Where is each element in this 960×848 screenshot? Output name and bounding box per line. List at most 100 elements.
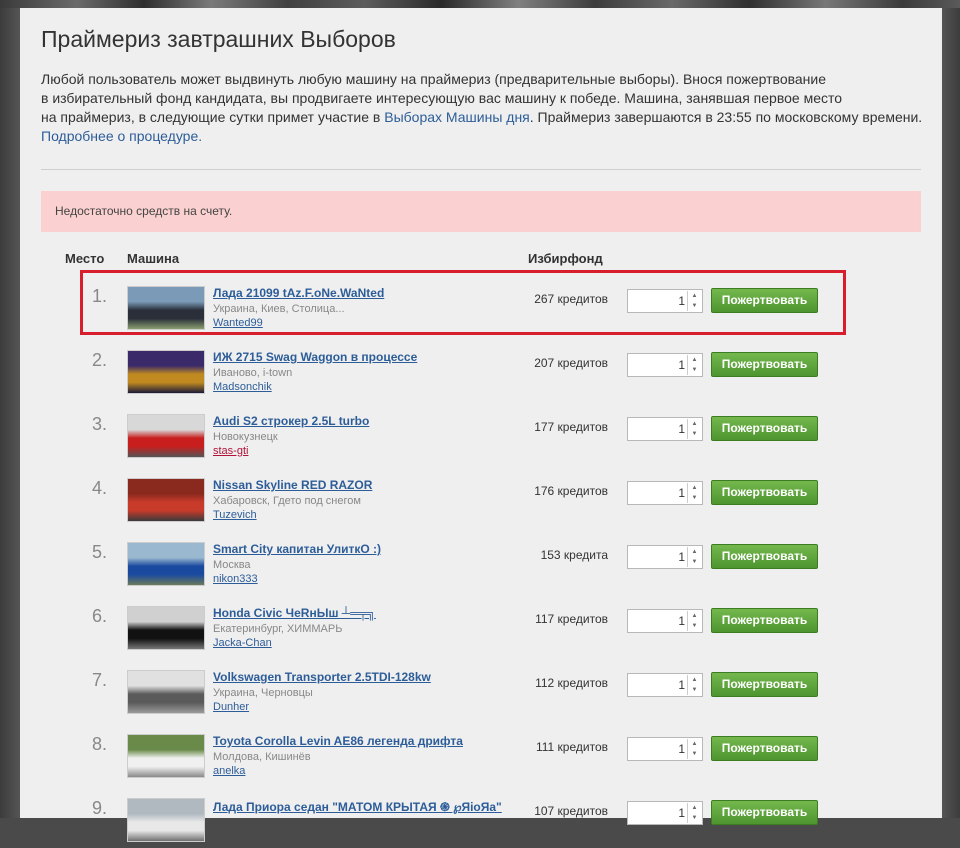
spin-up-icon[interactable]: ▲ <box>688 547 701 557</box>
donation-amount-input[interactable]: 1 ▲ ▼ <box>627 801 703 825</box>
page-title: Праймериз завтрашних Выборов <box>41 26 396 52</box>
donate-button[interactable]: Пожертвовать <box>711 416 818 441</box>
car-thumbnail[interactable] <box>127 670 205 714</box>
car-name-link[interactable]: Honda Civic ЧеRнЫш ┴═╤╗ <box>213 606 376 620</box>
car-name-link[interactable]: Nissan Skyline RED RAZOR <box>213 478 372 492</box>
amount-spinner[interactable]: ▲ ▼ <box>687 739 701 759</box>
owner-link[interactable]: stas-gti <box>213 445 248 457</box>
place-number: 8. <box>92 734 108 754</box>
spin-up-icon[interactable]: ▲ <box>688 355 701 365</box>
car-name-link[interactable]: Volkswagen Transporter 2.5TDI-128kw <box>213 670 431 684</box>
fund-credits: 112 кредитов <box>535 676 608 690</box>
header-car: Машина <box>127 251 180 266</box>
spin-down-icon[interactable]: ▼ <box>688 621 701 631</box>
amount-spinner[interactable]: ▲ ▼ <box>687 803 701 823</box>
donate-button[interactable]: Пожертвовать <box>711 800 818 825</box>
spin-up-icon[interactable]: ▲ <box>688 739 701 749</box>
spin-down-icon[interactable]: ▼ <box>688 813 701 823</box>
donate-button[interactable]: Пожертвовать <box>711 608 818 633</box>
spin-up-icon[interactable]: ▲ <box>688 803 701 813</box>
candidate-row: 8. Toyota Corolla Levin AE86 легенда дри… <box>20 720 942 784</box>
car-thumbnail[interactable] <box>127 606 205 650</box>
fund-credits: 117 кредитов <box>535 612 608 626</box>
car-thumbnail[interactable] <box>127 798 205 842</box>
candidate-row: 5. Smart City капитан УлиткО :) Москва n… <box>20 528 942 592</box>
spin-down-icon[interactable]: ▼ <box>688 365 701 375</box>
intro-text: Любой пользователь может выдвинуть любую… <box>41 70 931 146</box>
spin-down-icon[interactable]: ▼ <box>688 493 701 503</box>
header-place: Место <box>65 251 105 266</box>
car-thumbnail[interactable] <box>127 478 205 522</box>
place-number: 3. <box>92 414 108 434</box>
donation-amount-input[interactable]: 1 ▲ ▼ <box>627 353 703 377</box>
owner-link[interactable]: Jacka-Chan <box>213 637 272 649</box>
spin-up-icon[interactable]: ▲ <box>688 483 701 493</box>
intro-line-2: в избирательный фонд кандидата, вы продв… <box>41 90 843 106</box>
donation-amount-input[interactable]: 1 ▲ ▼ <box>627 737 703 761</box>
donation-amount-input[interactable]: 1 ▲ ▼ <box>627 481 703 505</box>
donate-button[interactable]: Пожертвовать <box>711 480 818 505</box>
donation-amount-value: 1 <box>678 678 685 692</box>
spin-down-icon[interactable]: ▼ <box>688 685 701 695</box>
procedure-link[interactable]: Подробнее о процедуре. <box>41 128 202 144</box>
donation-amount-input[interactable]: 1 ▲ ▼ <box>627 545 703 569</box>
divider <box>41 169 921 170</box>
owner-link[interactable]: Madsonchik <box>213 381 272 393</box>
amount-spinner[interactable]: ▲ ▼ <box>687 675 701 695</box>
intro-line-3-end: . Праймериз завершаются в 23:55 по моско… <box>529 109 923 125</box>
owner-link[interactable]: nikon333 <box>213 573 258 585</box>
owner-link[interactable]: Tuzevich <box>213 509 257 521</box>
donate-button[interactable]: Пожертвовать <box>711 736 818 761</box>
candidate-row: 3. Audi S2 строкер 2.5L turbo Новокузнец… <box>20 400 942 464</box>
candidate-row: 7. Volkswagen Transporter 2.5TDI-128kw У… <box>20 656 942 720</box>
candidate-row: 9. Лада Приора седан "МАТОМ КРЫТАЯ ֍ ℘Яi… <box>20 784 942 848</box>
donation-amount-input[interactable]: 1 ▲ ▼ <box>627 673 703 697</box>
spin-up-icon[interactable]: ▲ <box>688 611 701 621</box>
donation-amount-input[interactable]: 1 ▲ ▼ <box>627 609 703 633</box>
spin-up-icon[interactable]: ▲ <box>688 675 701 685</box>
spin-up-icon[interactable]: ▲ <box>688 419 701 429</box>
amount-spinner[interactable]: ▲ ▼ <box>687 419 701 439</box>
donation-amount-value: 1 <box>678 422 685 436</box>
car-thumbnail[interactable] <box>127 350 205 394</box>
spin-down-icon[interactable]: ▼ <box>688 557 701 567</box>
donate-button[interactable]: Пожертвовать <box>711 672 818 697</box>
car-thumbnail[interactable] <box>127 734 205 778</box>
place-number: 4. <box>92 478 108 498</box>
amount-spinner[interactable]: ▲ ▼ <box>687 483 701 503</box>
car-name-link[interactable]: Smart City капитан УлиткО :) <box>213 542 381 556</box>
car-name-link[interactable]: Toyota Corolla Levin AE86 легенда дрифта <box>213 734 463 748</box>
amount-spinner[interactable]: ▲ ▼ <box>687 355 701 375</box>
car-location: Иваново, i-town <box>213 367 293 379</box>
intro-line-3: на праймериз, в следующие сутки примет у… <box>41 109 385 125</box>
amount-spinner[interactable]: ▲ ▼ <box>687 611 701 631</box>
donation-amount-value: 1 <box>678 486 685 500</box>
right-background <box>942 8 960 818</box>
spin-down-icon[interactable]: ▼ <box>688 749 701 759</box>
fund-credits: 207 кредитов <box>534 356 608 370</box>
candidate-row: 4. Nissan Skyline RED RAZOR Хабаровск, Г… <box>20 464 942 528</box>
donation-amount-input[interactable]: 1 ▲ ▼ <box>627 417 703 441</box>
fund-credits: 153 кредита <box>540 548 608 562</box>
spin-down-icon[interactable]: ▼ <box>688 429 701 439</box>
amount-spinner[interactable]: ▲ ▼ <box>687 547 701 567</box>
owner-link[interactable]: anelka <box>213 765 245 777</box>
donate-button[interactable]: Пожертвовать <box>711 544 818 569</box>
place-number: 2. <box>92 350 108 370</box>
owner-link[interactable]: Dunher <box>213 701 249 713</box>
car-location: Молдова, Кишинёв <box>213 751 311 763</box>
car-name-link[interactable]: Лада Приора седан "МАТОМ КРЫТАЯ ֍ ℘ЯioЯa… <box>213 798 502 815</box>
elections-link[interactable]: Выборах Машины дня <box>384 109 530 125</box>
fund-credits: 111 кредитов <box>535 740 608 754</box>
donate-button[interactable]: Пожертвовать <box>711 352 818 377</box>
place-number: 6. <box>92 606 108 626</box>
car-location: Украина, Черновцы <box>213 687 313 699</box>
car-name-link[interactable]: ИЖ 2715 Swag Waggon в процессе <box>213 350 417 364</box>
car-thumbnail[interactable] <box>127 542 205 586</box>
car-location: Хабаровск, Гдето под снегом <box>213 495 361 507</box>
candidate-row: 2. ИЖ 2715 Swag Waggon в процессе Иванов… <box>20 336 942 400</box>
donation-amount-value: 1 <box>678 742 685 756</box>
car-thumbnail[interactable] <box>127 414 205 458</box>
car-name-link[interactable]: Audi S2 строкер 2.5L turbo <box>213 414 369 428</box>
car-location: Екатеринбург, ХИММАРЬ <box>213 623 343 635</box>
